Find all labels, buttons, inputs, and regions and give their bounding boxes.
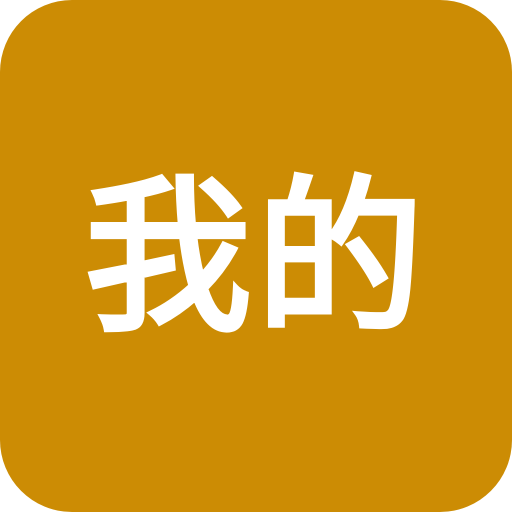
app-icon-label: 我的 (84, 160, 428, 356)
my-profile-app-icon[interactable]: 我的 (0, 0, 512, 512)
